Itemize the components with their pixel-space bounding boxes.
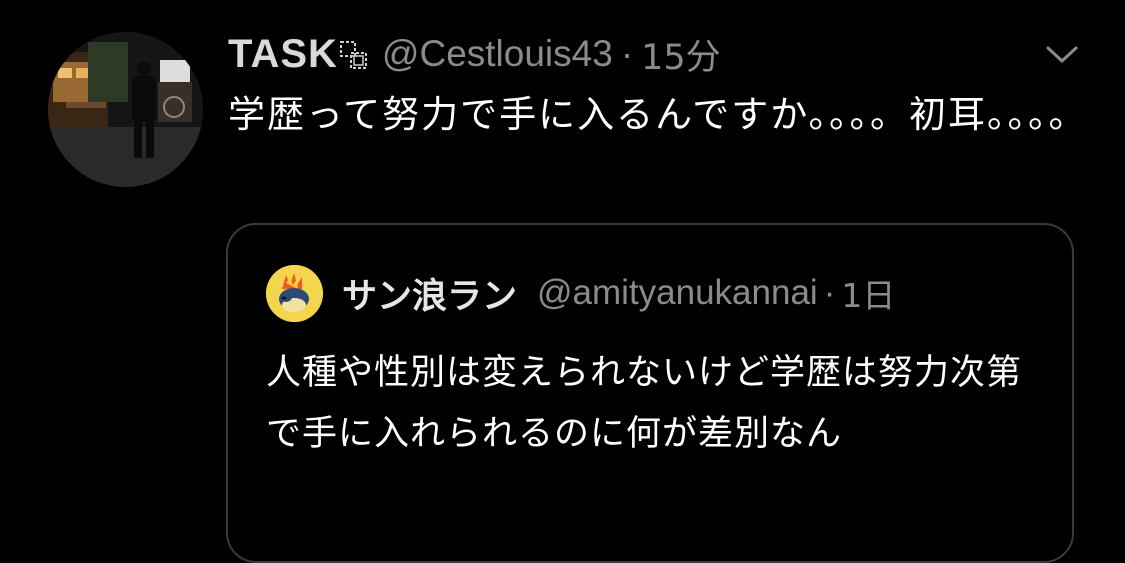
quoted-tweet[interactable]: サン浪ラン @amityanukannai · 1日 人種や性別は変えられないけ… bbox=[226, 223, 1074, 563]
author-display-name[interactable]: TASK bbox=[228, 32, 338, 77]
separator-dot: · bbox=[620, 33, 634, 74]
chevron-down-icon[interactable] bbox=[1042, 40, 1082, 68]
quoted-tweet-header: サン浪ラン @amityanukannai · 1日 bbox=[342, 267, 895, 319]
quoted-author-avatar[interactable] bbox=[266, 265, 323, 322]
tweet[interactable]: TASK @Cestlouis43 · 15分 学歴って努力で手に入るんですか。… bbox=[0, 0, 1125, 563]
separator-dot: · bbox=[823, 273, 836, 312]
author-avatar[interactable] bbox=[48, 32, 203, 187]
quoted-tweet-text: 人種や性別は変えられないけど学歴は努力次第で手に入れられるのに何が差別なん bbox=[266, 353, 1023, 454]
tweet-timestamp[interactable]: 15分 bbox=[641, 29, 721, 80]
quoted-author-display-name[interactable]: サン浪ラン bbox=[342, 268, 517, 319]
author-handle[interactable]: @Cestlouis43 bbox=[382, 33, 613, 75]
boxes-emoji-icon bbox=[339, 41, 368, 71]
tweet-header: TASK @Cestlouis43 · 15分 bbox=[228, 28, 721, 80]
quoted-tweet-timestamp[interactable]: 1日 bbox=[841, 269, 895, 317]
tweet-text: 学歴って努力で手に入るんですか。。。。初耳。。。。 bbox=[228, 93, 1088, 136]
quoted-author-handle[interactable]: @amityanukannai bbox=[537, 273, 818, 313]
